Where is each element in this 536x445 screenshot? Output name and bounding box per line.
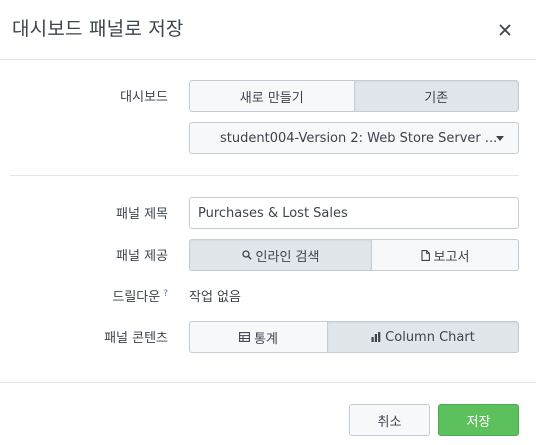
dashboard-toggle: 새로 만들기 기존 <box>189 80 519 112</box>
dialog-header: 대시보드 패널로 저장 <box>0 0 536 60</box>
statistics-button[interactable]: 통계 <box>190 322 327 352</box>
inline-search-button[interactable]: 인라인 검색 <box>190 240 371 270</box>
report-label: 보고서 <box>433 249 470 265</box>
bar-chart-icon <box>371 332 381 342</box>
drilldown-help-link[interactable]: ? <box>163 289 168 299</box>
column-chart-label: Column Chart <box>385 329 475 345</box>
search-icon <box>241 250 252 260</box>
new-dashboard-button[interactable]: 새로 만들기 <box>190 81 354 111</box>
panel-content-toggle: 통계 Column Chart <box>189 321 519 353</box>
save-as-dashboard-panel-dialog: 대시보드 패널로 저장 대시보드 새로 만들기 기존 student004-Ve… <box>0 0 536 445</box>
existing-dashboard-label: 기존 <box>424 90 449 106</box>
panel-source-label: 패널 제공 <box>116 249 168 264</box>
report-button[interactable]: 보고서 <box>371 240 518 270</box>
panel-source-toggle: 인라인 검색 보고서 <box>189 239 519 271</box>
drilldown-label: 드릴다운? <box>112 286 168 305</box>
section-divider <box>10 175 519 176</box>
document-icon <box>420 249 430 261</box>
dialog-footer: 취소 저장 <box>0 382 536 445</box>
panel-title-label: 패널 제목 <box>116 207 168 222</box>
panel-content-label: 패널 콘텐츠 <box>104 331 168 346</box>
close-icon[interactable] <box>494 18 516 40</box>
statistics-label: 통계 <box>254 331 278 347</box>
cancel-button[interactable]: 취소 <box>349 404 430 436</box>
dashboard-label: 대시보드 <box>120 90 168 105</box>
table-icon <box>239 332 250 342</box>
inline-search-label: 인라인 검색 <box>255 249 320 265</box>
drilldown-value: 작업 없음 <box>189 290 241 305</box>
existing-dashboard-button[interactable]: 기존 <box>353 81 518 111</box>
dashboard-select[interactable]: student004-Version 2: Web Store Server .… <box>189 122 519 154</box>
column-chart-button[interactable]: Column Chart <box>327 322 518 352</box>
dashboard-select-value: student004-Version 2: Web Store Server .… <box>220 130 498 146</box>
panel-title-input[interactable] <box>189 197 519 229</box>
dialog-title: 대시보드 패널로 저장 <box>12 18 184 40</box>
drilldown-label-text: 드릴다운 <box>112 290 161 305</box>
new-dashboard-label: 새로 만들기 <box>239 90 304 106</box>
save-button[interactable]: 저장 <box>438 404 519 436</box>
caret-down-icon <box>496 136 504 141</box>
